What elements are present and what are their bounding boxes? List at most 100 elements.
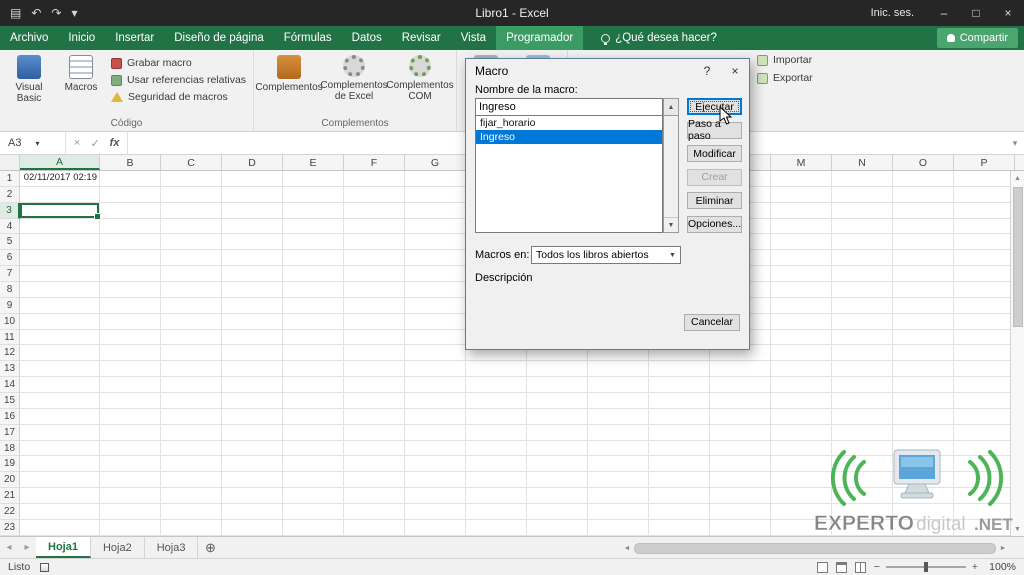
cell-E16[interactable]	[283, 409, 344, 425]
column-header-N[interactable]: N	[832, 155, 893, 170]
cell-A22[interactable]	[20, 504, 100, 520]
cell-E20[interactable]	[283, 472, 344, 488]
cell-N11[interactable]	[832, 330, 893, 346]
cell-K14[interactable]	[649, 377, 710, 393]
cell-N17[interactable]	[832, 425, 893, 441]
cell-D3[interactable]	[222, 203, 283, 219]
cell-J21[interactable]	[588, 488, 649, 504]
cell-B5[interactable]	[100, 234, 161, 250]
cell-D5[interactable]	[222, 234, 283, 250]
seguridad-macros-button[interactable]: Seguridad de macros	[111, 91, 246, 103]
cell-G22[interactable]	[405, 504, 466, 520]
cell-P15[interactable]	[954, 393, 1015, 409]
cell-G4[interactable]	[405, 219, 466, 235]
cell-I16[interactable]	[527, 409, 588, 425]
row-header-9[interactable]: 9	[0, 298, 20, 314]
cell-M21[interactable]	[771, 488, 832, 504]
cell-O22[interactable]	[893, 504, 954, 520]
tell-me-box[interactable]: ¿Qué desea hacer?	[593, 26, 725, 50]
cell-G9[interactable]	[405, 298, 466, 314]
dialog-close-icon[interactable]: ×	[721, 59, 749, 82]
cell-N21[interactable]	[832, 488, 893, 504]
cell-E22[interactable]	[283, 504, 344, 520]
cell-L23[interactable]	[710, 520, 771, 536]
cell-N9[interactable]	[832, 298, 893, 314]
cell-P13[interactable]	[954, 361, 1015, 377]
cell-N10[interactable]	[832, 314, 893, 330]
cell-J18[interactable]	[588, 441, 649, 457]
cell-O21[interactable]	[893, 488, 954, 504]
cell-F6[interactable]	[344, 250, 405, 266]
cell-B16[interactable]	[100, 409, 161, 425]
cell-M10[interactable]	[771, 314, 832, 330]
cell-P17[interactable]	[954, 425, 1015, 441]
cell-O5[interactable]	[893, 234, 954, 250]
cell-C16[interactable]	[161, 409, 222, 425]
cell-L16[interactable]	[710, 409, 771, 425]
cell-M22[interactable]	[771, 504, 832, 520]
row-header-20[interactable]: 20	[0, 472, 20, 488]
cell-E10[interactable]	[283, 314, 344, 330]
cell-F2[interactable]	[344, 187, 405, 203]
cell-B4[interactable]	[100, 219, 161, 235]
cell-N7[interactable]	[832, 266, 893, 282]
cell-B21[interactable]	[100, 488, 161, 504]
cell-F20[interactable]	[344, 472, 405, 488]
cell-P12[interactable]	[954, 345, 1015, 361]
referencias-relativas-button[interactable]: Usar referencias relativas	[111, 74, 246, 86]
cell-A21[interactable]	[20, 488, 100, 504]
cell-J15[interactable]	[588, 393, 649, 409]
zoom-slider-thumb[interactable]	[924, 562, 928, 572]
list-scroll-down-icon[interactable]: ▼	[664, 217, 678, 232]
cell-H22[interactable]	[466, 504, 527, 520]
cell-M20[interactable]	[771, 472, 832, 488]
cell-G12[interactable]	[405, 345, 466, 361]
cell-N15[interactable]	[832, 393, 893, 409]
cell-F11[interactable]	[344, 330, 405, 346]
column-header-B[interactable]: B	[100, 155, 161, 170]
cell-B9[interactable]	[100, 298, 161, 314]
cell-F4[interactable]	[344, 219, 405, 235]
cell-P11[interactable]	[954, 330, 1015, 346]
cell-G6[interactable]	[405, 250, 466, 266]
cell-I20[interactable]	[527, 472, 588, 488]
column-header-A[interactable]: A	[20, 155, 100, 170]
row-header-15[interactable]: 15	[0, 393, 20, 409]
tab-archivo[interactable]: Archivo	[0, 26, 58, 50]
undo-icon[interactable]: ↶	[31, 6, 41, 20]
importar-button[interactable]: Importar	[757, 54, 813, 66]
row-header-6[interactable]: 6	[0, 250, 20, 266]
macro-list-item-fijar-horario[interactable]: fijar_horario	[476, 116, 662, 130]
cell-C20[interactable]	[161, 472, 222, 488]
cell-D11[interactable]	[222, 330, 283, 346]
cell-A4[interactable]	[20, 219, 100, 235]
dialog-help-icon[interactable]: ?	[693, 59, 721, 82]
cell-N2[interactable]	[832, 187, 893, 203]
cell-M1[interactable]	[771, 171, 832, 187]
cell-O6[interactable]	[893, 250, 954, 266]
cell-M19[interactable]	[771, 456, 832, 472]
cell-B2[interactable]	[100, 187, 161, 203]
cell-A18[interactable]	[20, 441, 100, 457]
row-header-17[interactable]: 17	[0, 425, 20, 441]
cell-O18[interactable]	[893, 441, 954, 457]
cell-E12[interactable]	[283, 345, 344, 361]
cell-N22[interactable]	[832, 504, 893, 520]
page-layout-view-icon[interactable]	[836, 562, 847, 573]
row-header-11[interactable]: 11	[0, 330, 20, 346]
cell-O20[interactable]	[893, 472, 954, 488]
row-header-4[interactable]: 4	[0, 219, 20, 235]
cell-H19[interactable]	[466, 456, 527, 472]
tab-formulas[interactable]: Fórmulas	[274, 26, 342, 50]
cell-N6[interactable]	[832, 250, 893, 266]
cell-J13[interactable]	[588, 361, 649, 377]
cell-N12[interactable]	[832, 345, 893, 361]
horizontal-scrollbar[interactable]: ◄ ►	[620, 540, 1010, 556]
row-header-10[interactable]: 10	[0, 314, 20, 330]
cell-P22[interactable]	[954, 504, 1015, 520]
row-header-5[interactable]: 5	[0, 234, 20, 250]
cell-N4[interactable]	[832, 219, 893, 235]
cell-D16[interactable]	[222, 409, 283, 425]
cell-E18[interactable]	[283, 441, 344, 457]
cell-D15[interactable]	[222, 393, 283, 409]
